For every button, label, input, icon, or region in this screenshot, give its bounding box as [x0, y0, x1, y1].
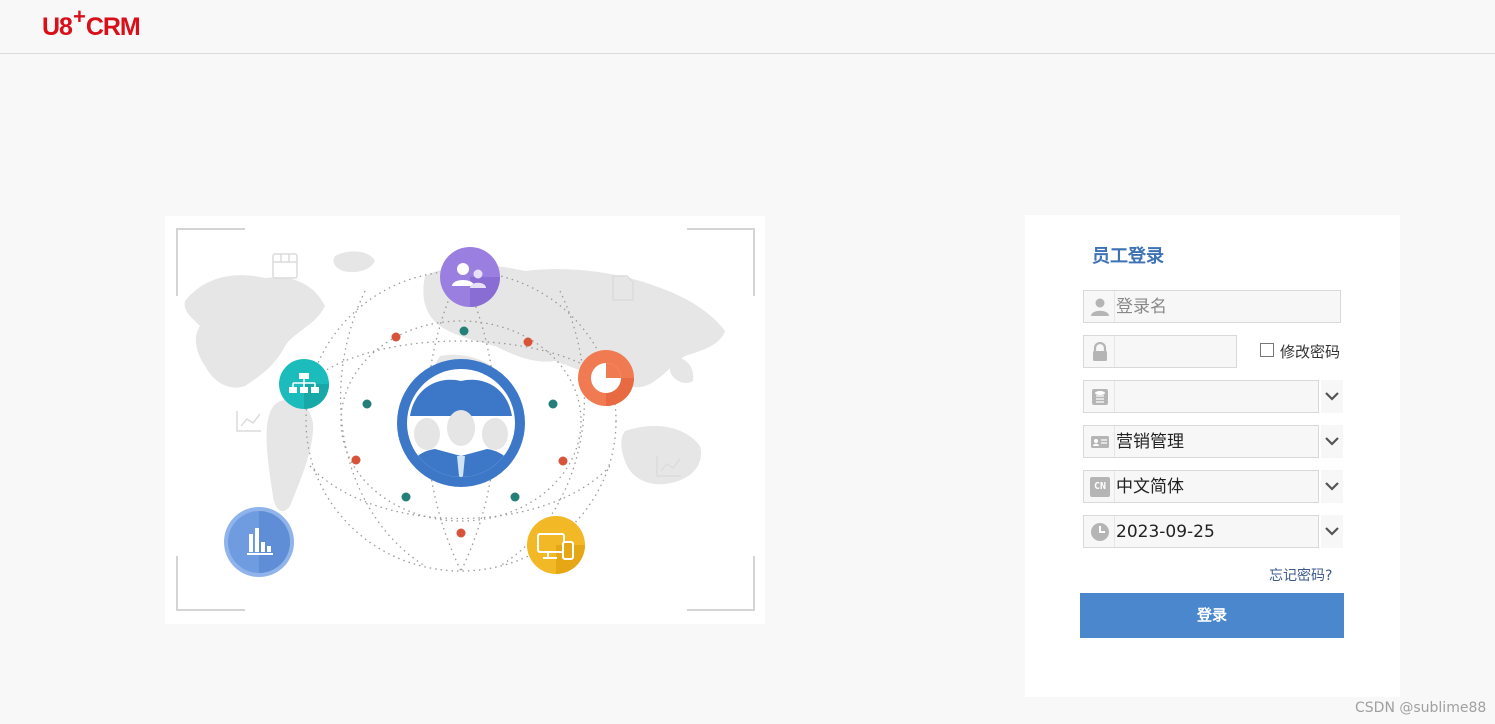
logo-plus: + — [72, 4, 86, 29]
logo-suffix: CRM — [85, 13, 141, 41]
field-divider — [1114, 426, 1115, 457]
central-team-icon — [397, 359, 525, 487]
date-value: 2023-09-25 — [1116, 522, 1215, 542]
account-dropdown-button[interactable] — [1320, 380, 1343, 413]
module-dropdown-button[interactable] — [1320, 425, 1343, 458]
user-icon — [1091, 298, 1109, 316]
bar-chart-icon — [224, 507, 294, 577]
language-icon: CN — [1090, 477, 1110, 497]
change-password-label: 修改密码 — [1280, 343, 1341, 361]
login-panel: 员工登录 登录名 修改密码 营销管理 CN 中文简体 2023-09-25 忘记… — [1025, 215, 1400, 697]
field-divider — [1114, 516, 1115, 547]
date-dropdown-button[interactable] — [1320, 515, 1343, 548]
chevron-down-icon — [1325, 437, 1339, 446]
database-icon — [1092, 389, 1108, 405]
language-select[interactable]: CN 中文简体 — [1083, 470, 1319, 503]
chevron-down-icon — [1325, 527, 1339, 536]
chevron-down-icon — [1325, 392, 1339, 401]
field-divider — [1114, 291, 1115, 322]
pie-chart-icon — [578, 350, 634, 406]
field-divider — [1114, 471, 1115, 502]
users-group-icon — [440, 247, 500, 307]
login-button[interactable]: 登录 — [1080, 593, 1344, 638]
date-field[interactable]: 2023-09-25 — [1083, 515, 1319, 548]
id-card-icon — [1091, 436, 1109, 448]
language-icon-text: CN — [1093, 481, 1107, 492]
account-select[interactable] — [1083, 380, 1319, 413]
module-value: 营销管理 — [1116, 432, 1184, 452]
crm-network-illustration — [165, 216, 765, 624]
login-title: 员工登录 — [1092, 246, 1164, 266]
org-chart-icon — [279, 359, 329, 409]
field-divider — [1114, 381, 1115, 412]
logo-prefix: U8 — [42, 13, 73, 41]
username-field[interactable]: 登录名 — [1083, 290, 1341, 323]
clock-icon — [1091, 523, 1109, 541]
change-password-checkbox[interactable] — [1260, 343, 1274, 357]
password-field[interactable] — [1083, 335, 1237, 368]
devices-icon — [527, 516, 585, 574]
module-select[interactable]: 营销管理 — [1083, 425, 1319, 458]
top-header: U8+CRM — [0, 0, 1495, 54]
chevron-down-icon — [1325, 482, 1339, 491]
username-placeholder: 登录名 — [1116, 297, 1167, 317]
field-divider — [1114, 336, 1115, 367]
language-dropdown-button[interactable] — [1320, 470, 1343, 503]
forgot-password-link[interactable]: 忘记密码? — [1269, 565, 1332, 585]
lock-icon — [1093, 342, 1107, 361]
language-value: 中文简体 — [1116, 477, 1184, 497]
csdn-watermark: CSDN @sublime88 — [1355, 700, 1487, 716]
u8-crm-logo[interactable]: U8+CRM — [42, 6, 141, 42]
